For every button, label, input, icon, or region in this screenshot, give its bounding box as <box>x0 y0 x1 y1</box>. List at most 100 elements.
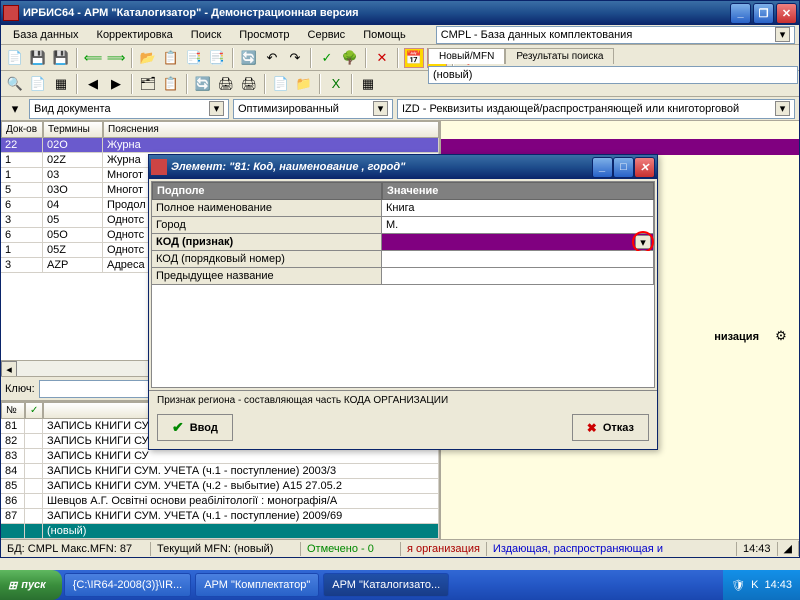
doc-type-combo[interactable]: Вид документа ▾ <box>29 99 229 119</box>
filter-expand-icon[interactable]: ▾ <box>5 99 25 119</box>
window-title: ИРБИС64 - АРМ "Каталогизатор" - Демонстр… <box>23 7 730 19</box>
bt-row[interactable]: 87ЗАПИСЬ КНИГИ СУМ. УЧЕТА (ч.1 - поступл… <box>1 509 439 524</box>
tb-list-icon[interactable]: 📑 <box>184 48 204 68</box>
bt-header-check[interactable]: ✓ <box>25 402 43 419</box>
tb-new-icon[interactable]: 📄 <box>5 48 25 68</box>
tb2-view-icon[interactable]: 🔍 <box>5 74 25 94</box>
menu-view[interactable]: Просмотр <box>231 27 297 43</box>
tb2-print-icon[interactable]: 🖨 <box>216 74 236 94</box>
dropdown-arrow-icon[interactable]: ▾ <box>209 101 224 116</box>
scroll-left-icon[interactable]: ◂ <box>1 361 17 377</box>
dropdown-arrow-icon[interactable]: ▾ <box>775 27 790 42</box>
izd-combo[interactable]: IZD - Реквизиты издающей/распространяюще… <box>397 99 795 119</box>
taskbar-item-active[interactable]: АРМ "Каталогизато... <box>323 573 449 597</box>
tb-check-icon[interactable]: ✓ <box>317 48 337 68</box>
dropdown-arrow-icon[interactable]: ▾ <box>775 101 790 116</box>
col-label: низация <box>714 331 759 343</box>
tb2-table-icon[interactable]: ▦ <box>51 74 71 94</box>
dialog-close-button[interactable]: ✕ <box>634 157 655 178</box>
tb2-card-icon[interactable]: 🗂 <box>138 74 158 94</box>
element-dialog: Элемент: "81: Код, наименование , город"… <box>148 154 658 450</box>
tb2-prev-icon[interactable]: ◀ <box>83 74 103 94</box>
dialog-minimize-button[interactable]: _ <box>592 157 613 178</box>
bt-row[interactable]: 86Шевцов А.Г. Освітні основи реабілітоло… <box>1 494 439 509</box>
system-tray[interactable]: 🛡 K 14:43 <box>723 570 800 600</box>
database-selector[interactable]: CMPL - База данных комплектования ▾ <box>436 26 795 44</box>
dialog-ok-button[interactable]: ✔ Ввод <box>157 414 233 441</box>
tb2-refresh-icon[interactable]: 🔄 <box>193 74 213 94</box>
tb-save-icon[interactable]: 💾 <box>28 48 48 68</box>
tb-undo-icon[interactable]: ↶ <box>262 48 282 68</box>
tb-saveall-icon[interactable]: 💾 <box>51 48 71 68</box>
close-button[interactable]: ✕ <box>776 3 797 24</box>
tab-new-mfn[interactable]: Новый/MFN <box>428 48 505 64</box>
tab-search-results[interactable]: Результаты поиска <box>505 48 614 64</box>
tb2-doc2-icon[interactable]: 📄 <box>271 74 291 94</box>
grid-header-notes[interactable]: Пояснения <box>103 121 439 138</box>
status-resize-icon[interactable]: ◢ <box>778 541 799 556</box>
tb-tree-icon[interactable]: 🌳 <box>340 48 360 68</box>
menu-search[interactable]: Поиск <box>183 27 229 43</box>
mfn-value-field[interactable]: (новый) <box>428 66 798 84</box>
grid-header-docs[interactable]: Док-ов <box>1 121 43 138</box>
right-settings-icon[interactable]: ⚙ <box>771 326 791 346</box>
tb-back-icon[interactable]: ⟸ <box>83 48 103 68</box>
tb2-table2-icon[interactable]: ▦ <box>358 74 378 94</box>
grid-row[interactable]: 2202OЖурна <box>1 138 439 153</box>
tb-delete-icon[interactable]: ✕ <box>372 48 392 68</box>
grid-header-terms[interactable]: Термины <box>43 121 103 138</box>
record-highlight <box>441 139 799 155</box>
tb2-folder-icon[interactable]: 📁 <box>294 74 314 94</box>
dialog-hint: Признак региона - составляющая часть КОД… <box>149 390 657 410</box>
dialog-row[interactable]: КОД (порядковый номер) <box>152 251 654 268</box>
optimized-combo[interactable]: Оптимизированный ▾ <box>233 99 393 119</box>
maximize-button[interactable]: ❐ <box>753 3 774 24</box>
tb-forward-icon[interactable]: ⟹ <box>106 48 126 68</box>
tray-icon[interactable]: 🛡 <box>731 579 745 592</box>
menu-help[interactable]: Помощь <box>355 27 414 43</box>
tb-refresh-icon[interactable]: 🔄 <box>239 48 259 68</box>
dialog-row[interactable]: Предыдущее название <box>152 268 654 285</box>
dialog-cancel-button[interactable]: ✖ Отказ <box>572 414 649 441</box>
dialog-row[interactable]: ГородМ. <box>152 217 654 234</box>
tb2-doc-icon[interactable]: 📄 <box>28 74 48 94</box>
tb2-next-icon[interactable]: ▶ <box>106 74 126 94</box>
value-dropdown-button[interactable]: ▾ <box>635 235 651 249</box>
tb2-form-icon[interactable]: 📋 <box>161 74 181 94</box>
dialog-grid-body: Полное наименованиеКнигаГородМ.КОД (приз… <box>152 200 654 387</box>
menu-service[interactable]: Сервис <box>300 27 354 43</box>
minimize-button[interactable]: _ <box>730 3 751 24</box>
bt-header-num[interactable]: № <box>1 402 25 419</box>
bt-row[interactable]: 85ЗАПИСЬ КНИГИ СУМ. УЧЕТА (ч.2 - выбытие… <box>1 479 439 494</box>
tb-copy-icon[interactable]: 📋 <box>161 48 181 68</box>
tb-open-icon[interactable]: 📂 <box>138 48 158 68</box>
dialog-row[interactable]: Полное наименованиеКнига <box>152 200 654 217</box>
dropdown-arrow-icon[interactable]: ▾ <box>373 101 388 116</box>
bt-row[interactable]: 84ЗАПИСЬ КНИГИ СУМ. УЧЕТА (ч.1 - поступл… <box>1 464 439 479</box>
bt-row-new[interactable]: (новый) <box>1 524 439 539</box>
dialog-maximize-button[interactable]: □ <box>613 157 634 178</box>
tb2-excel-icon[interactable]: X <box>326 74 346 94</box>
key-label: Ключ: <box>5 383 35 395</box>
status-mfn: Текущий MFN: (новый) <box>151 542 301 556</box>
taskbar: ⊞ пуск {C:\IR64-2008(3)}\IR... АРМ "Комп… <box>0 570 800 600</box>
status-publisher: Издающая, распространяющая и <box>487 542 737 556</box>
bt-row[interactable]: 83ЗАПИСЬ КНИГИ СУ <box>1 449 439 464</box>
check-icon: ✔ <box>172 419 184 436</box>
database-selector-value: CMPL - База данных комплектования <box>441 29 633 41</box>
taskbar-item[interactable]: {C:\IR64-2008(3)}\IR... <box>64 573 191 597</box>
taskbar-item[interactable]: АРМ "Комплектатор" <box>195 573 319 597</box>
app-icon <box>3 5 19 21</box>
right-tabs: Новый/MFN Результаты поиска <box>428 48 798 64</box>
tb2-print2-icon[interactable]: 🖨 <box>239 74 259 94</box>
tb-list2-icon[interactable]: 📑 <box>207 48 227 68</box>
tb-calendar-icon[interactable]: 📅 <box>404 48 424 68</box>
tb-redo-icon[interactable]: ↷ <box>285 48 305 68</box>
tray-icon[interactable]: K <box>751 579 758 591</box>
menu-database[interactable]: База данных <box>5 27 87 43</box>
start-button[interactable]: ⊞ пуск <box>0 570 62 600</box>
dialog-row[interactable]: КОД (признак)▾ <box>152 234 654 251</box>
dialog-title-bar[interactable]: Элемент: "81: Код, наименование , город"… <box>149 155 657 179</box>
menu-correct[interactable]: Корректировка <box>89 27 181 43</box>
dlg-col-value: Значение <box>382 182 654 200</box>
